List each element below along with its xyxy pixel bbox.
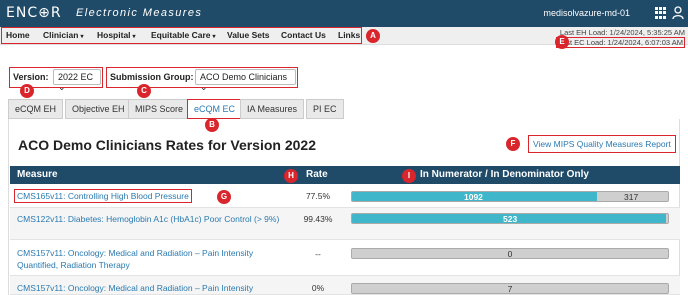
load-info: Last EH Load: 1/24/2024, 5:35:25 AM Last… <box>555 28 685 48</box>
column-measure[interactable]: Measure <box>17 169 58 180</box>
version-label: Version: <box>13 72 49 82</box>
table-header: Measure Rate In Numerator / In Denominat… <box>10 166 680 184</box>
nav-links[interactable]: Links <box>338 30 360 40</box>
tab-mips-score[interactable]: MIPS Score <box>128 99 191 119</box>
measure-link[interactable]: CMS157v11: Oncology: Medical and Radiati… <box>17 282 317 294</box>
version-select[interactable]: 2022 EC ⌄ <box>53 69 101 92</box>
nav-home[interactable]: Home <box>6 30 30 40</box>
numerator-bar[interactable]: 1092 317 <box>351 191 669 202</box>
user-icon[interactable] <box>672 6 684 20</box>
callout-i: I <box>402 169 416 183</box>
table-row: CMS157v11: Oncology: Medical and Radiati… <box>10 276 680 295</box>
denominator-only-value: 0 <box>507 249 513 259</box>
measure-link[interactable]: CMS165v11: Controlling High Blood Pressu… <box>14 189 192 203</box>
denominator-only-value: 7 <box>507 284 513 294</box>
rate-value: 77.5% <box>305 191 331 201</box>
nav-contact-us[interactable]: Contact Us <box>281 30 326 40</box>
chevron-down-icon: ▾ <box>212 34 216 40</box>
chevron-down-icon: ▾ <box>80 34 84 40</box>
app-header: ENC⊕R Electronic Measures medisolvazure-… <box>0 0 688 27</box>
nav-clinician[interactable]: Clinician ▾ <box>43 30 83 40</box>
app-subtitle: Electronic Measures <box>76 7 203 19</box>
submission-group-label: Submission Group: <box>110 72 194 82</box>
callout-f: F <box>506 137 520 151</box>
callout-a: A <box>366 29 380 43</box>
numerator-value: 523 <box>503 214 518 224</box>
measure-link[interactable]: CMS157v11: Oncology: Medical and Radiati… <box>17 247 287 271</box>
nav-equitable-care[interactable]: Equitable Care ▾ <box>151 30 216 40</box>
tab-pi-ec[interactable]: PI EC <box>306 99 344 119</box>
numerator-bar[interactable]: 0 <box>351 248 669 259</box>
nav-value-sets[interactable]: Value Sets <box>227 30 270 40</box>
numerator-bar[interactable]: 7 <box>351 283 669 294</box>
last-ec-load: Last EC Load: 1/24/2024, 6:07:03 AM <box>555 37 685 48</box>
app-logo[interactable]: ENC⊕R <box>6 5 62 21</box>
table-row: CMS157v11: Oncology: Medical and Radiati… <box>10 240 680 276</box>
tab-ecqm-eh[interactable]: eCQM EH <box>8 99 64 119</box>
callout-h: H <box>284 169 298 183</box>
tab-ia-measures[interactable]: IA Measures <box>240 99 305 119</box>
tab-objective-eh[interactable]: Objective EH <box>65 99 132 119</box>
column-numerator-denominator: In Numerator / In Denominator Only <box>420 169 589 180</box>
callout-c: C <box>137 84 151 98</box>
column-rate[interactable]: Rate <box>306 169 328 180</box>
numerator-bar[interactable]: 523 <box>351 213 669 224</box>
callout-d: D <box>20 84 34 98</box>
denominator-only-value: 317 <box>624 192 639 202</box>
numerator-value: 1092 <box>464 192 483 202</box>
apps-grid-icon[interactable] <box>655 7 666 19</box>
chevron-down-icon: ▾ <box>132 34 136 40</box>
rate-value: 99.43% <box>303 214 333 224</box>
rate-value: -- <box>315 249 321 259</box>
rate-value: 0% <box>311 283 325 293</box>
server-name: medisolvazure-md-01 <box>543 8 630 18</box>
last-eh-load: Last EH Load: 1/24/2024, 5:35:25 AM <box>559 28 685 37</box>
nav-hospital[interactable]: Hospital ▾ <box>97 30 136 40</box>
callout-e: E <box>555 35 569 49</box>
table-row: CMS122v11: Diabetes: Hemoglobin A1c (HbA… <box>10 208 680 240</box>
table-row: CMS165v11: Controlling High Blood Pressu… <box>10 185 680 208</box>
page-title: ACO Demo Clinicians Rates for Version 20… <box>18 137 316 153</box>
callout-g: G <box>217 190 231 204</box>
measure-link[interactable]: CMS122v11: Diabetes: Hemoglobin A1c (HbA… <box>17 213 287 225</box>
submission-group-select[interactable]: ACO Demo Clinicians ⌄ <box>195 69 296 92</box>
chevron-down-icon: ⌄ <box>200 82 208 92</box>
chevron-down-icon: ⌄ <box>58 82 66 92</box>
view-mips-report-link[interactable]: View MIPS Quality Measures Report <box>528 135 676 153</box>
tab-ecqm-ec[interactable]: eCQM EC <box>187 99 243 119</box>
